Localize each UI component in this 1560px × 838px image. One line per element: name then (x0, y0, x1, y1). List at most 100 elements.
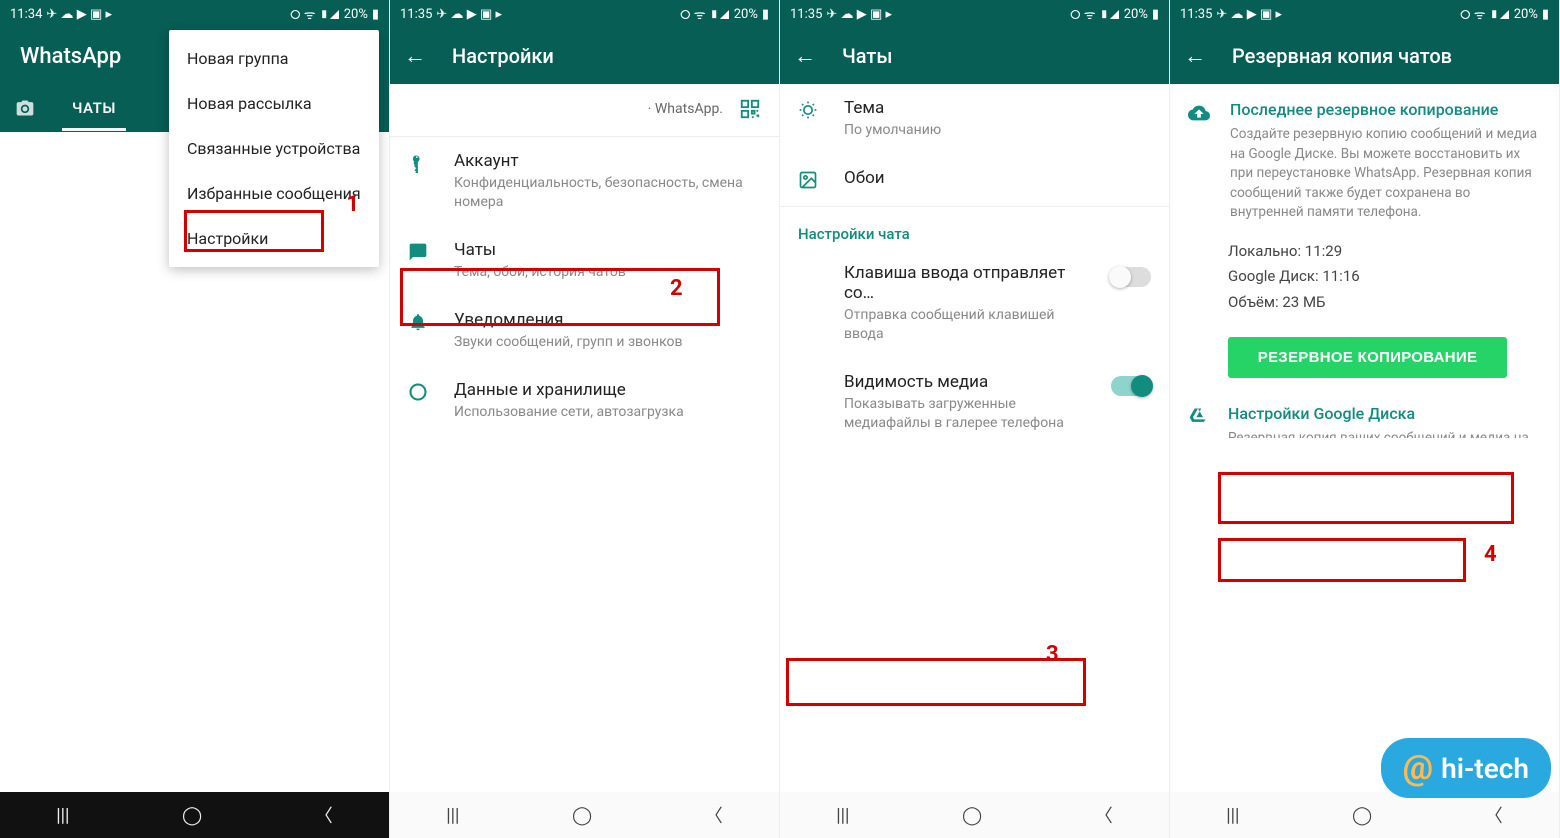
camera-icon[interactable] (14, 98, 36, 118)
status-time: 11:34 (10, 7, 42, 22)
row-subtitle: Звуки сообщений, групп и звонков (454, 333, 761, 352)
status-icons-left: ✈ ☁ ▶ ▣ ▸ (826, 7, 892, 22)
screen-3-chats: 11:35 ✈ ☁ ▶ ▣ ▸ ⭘ ᯤ ▮◢ 20% ▮ ← Чаты Тема… (780, 0, 1170, 838)
status-time: 11:35 (790, 7, 822, 22)
overflow-menu: Новая группа Новая рассылка Связанные ус… (169, 30, 379, 267)
page-title: Чаты (842, 44, 1155, 68)
screen-4-backup: 11:35 ✈ ☁ ▶ ▣ ▸ ⭘ ᯤ ▮◢ 20% ▮ ← Резервная… (1170, 0, 1560, 838)
nav-bar: ||| ◯ 〈 (390, 792, 779, 838)
nav-recent-icon[interactable]: ||| (56, 805, 69, 826)
qr-icon[interactable] (739, 98, 761, 120)
annotation-num-1: 1 (346, 192, 359, 217)
gdrive-heading: Настройки Google Диска (1228, 404, 1541, 423)
menu-new-group[interactable]: Новая группа (169, 36, 379, 81)
row-media-visibility[interactable]: Видимость медиа Показывать загруженные м… (780, 358, 1169, 438)
nav-bar: ||| ◯ 〈 (780, 792, 1169, 838)
nav-home-icon[interactable]: ◯ (182, 805, 202, 826)
status-icons-right: ⭘ ᯤ ▮◢ (680, 5, 730, 23)
row-chats[interactable]: Чаты Тема, обои, история чатов (390, 226, 779, 296)
row-subtitle: Показывать загруженные медиафайлы в гале… (844, 395, 1089, 433)
gdrive-icon (1188, 406, 1208, 438)
nav-home-icon[interactable]: ◯ (962, 805, 982, 826)
key-icon (408, 153, 432, 173)
nav-back-icon[interactable]: 〈 (1485, 802, 1503, 828)
watermark: @ hi-tech (1381, 738, 1551, 798)
backup-button[interactable]: РЕЗЕРВНОЕ КОПИРОВАНИЕ (1228, 337, 1507, 378)
battery-icon: ▮ (1542, 7, 1549, 22)
status-time: 11:35 (1180, 7, 1212, 22)
status-icons-right: ⭘ ᯤ ▮◢ (1070, 5, 1120, 23)
nav-back-icon[interactable]: 〈 (705, 802, 723, 828)
annotation-num-3: 3 (1046, 642, 1059, 667)
row-subtitle: Тема, обои, история чатов (454, 263, 761, 282)
back-icon[interactable]: ← (1184, 43, 1206, 69)
menu-new-broadcast[interactable]: Новая рассылка (169, 81, 379, 126)
status-icons-right: ⭘ ᯤ ▮◢ (1460, 5, 1510, 23)
app-bar: ← Резервная копия чатов (1170, 28, 1559, 84)
row-title: Обои (844, 168, 1151, 188)
divider (780, 206, 1169, 207)
section-chat-settings: Настройки чата (780, 209, 1169, 249)
status-bar: 11:35 ✈ ☁ ▶ ▣ ▸ ⭘ ᯤ ▮◢ 20% ▮ (1170, 0, 1559, 28)
status-bar: 11:35 ✈ ☁ ▶ ▣ ▸ ⭘ ᯤ ▮◢ 20% ▮ (780, 0, 1169, 28)
gdrive-desc: Резервная копия ваших сообщений и медиа … (1228, 429, 1541, 438)
status-battery: 20% (1514, 7, 1538, 22)
nav-bar: ||| ◯ 〈 (0, 792, 389, 838)
row-theme[interactable]: Тема По умолчанию (780, 84, 1169, 154)
bell-icon (408, 312, 432, 332)
row-title: Клавиша ввода отправляет со… (844, 263, 1089, 303)
row-subtitle: Отправка сообщений клавишей ввода (844, 306, 1089, 344)
app-title: WhatsApp (14, 44, 121, 69)
back-icon[interactable]: ← (794, 43, 816, 69)
battery-icon: ▮ (762, 7, 769, 22)
nav-home-icon[interactable]: ◯ (572, 805, 592, 826)
at-icon: @ (1403, 748, 1433, 788)
row-subtitle: Использование сети, автозагрузка (454, 403, 761, 422)
status-time: 11:35 (400, 7, 432, 22)
menu-linked-devices[interactable]: Связанные устройства (169, 126, 379, 171)
row-title: Данные и хранилище (454, 380, 761, 400)
gdrive-section: Настройки Google Диска Резервная копия в… (1170, 394, 1559, 438)
status-bar: 11:34 ✈ ☁ ▶ ▣ ▸ ⭘ ᯤ ▮◢ 20% ▮ (0, 0, 389, 28)
row-wallpaper[interactable]: Обои (780, 154, 1169, 204)
nav-recent-icon[interactable]: ||| (836, 805, 849, 826)
row-title: Тема (844, 98, 1151, 118)
toggle-media-visibility[interactable] (1111, 376, 1151, 396)
row-title: Уведомления (454, 310, 761, 330)
status-battery: 20% (734, 7, 758, 22)
nav-back-icon[interactable]: 〈 (1095, 802, 1113, 828)
screen-1-main: 11:34 ✈ ☁ ▶ ▣ ▸ ⭘ ᯤ ▮◢ 20% ▮ WhatsApp ЧА… (0, 0, 390, 838)
row-notifications[interactable]: Уведомления Звуки сообщений, групп и зво… (390, 296, 779, 366)
battery-icon: ▮ (372, 7, 379, 22)
toggle-enter-send[interactable] (1111, 267, 1151, 287)
profile-row[interactable]: · WhatsApp. (390, 84, 779, 137)
row-enter-send[interactable]: Клавиша ввода отправляет со… Отправка со… (780, 249, 1169, 358)
nav-bar: ||| ◯ 〈 (1170, 792, 1559, 838)
data-icon (408, 382, 432, 402)
tab-chats[interactable]: ЧАТЫ (72, 99, 116, 117)
menu-settings[interactable]: Настройки (169, 216, 379, 261)
status-bar: 11:35 ✈ ☁ ▶ ▣ ▸ ⭘ ᯤ ▮◢ 20% ▮ (390, 0, 779, 28)
nav-recent-icon[interactable]: ||| (446, 805, 459, 826)
profile-label: · WhatsApp. (648, 101, 723, 117)
row-data-storage[interactable]: Данные и хранилище Использование сети, а… (390, 366, 779, 436)
nav-home-icon[interactable]: ◯ (1352, 805, 1372, 826)
row-subtitle: Конфиденциальность, безопасность, смена … (454, 174, 761, 212)
annotation-num-4: 4 (1484, 542, 1497, 567)
back-icon[interactable]: ← (404, 43, 426, 69)
status-battery: 20% (1124, 7, 1148, 22)
stat-size: Объём: 23 МБ (1228, 290, 1541, 316)
annotation-num-2: 2 (670, 276, 683, 301)
nav-recent-icon[interactable]: ||| (1226, 805, 1239, 826)
wallpaper-icon (798, 170, 822, 190)
status-icons-right: ⭘ ᯤ ▮◢ (290, 5, 340, 23)
nav-back-icon[interactable]: 〈 (315, 802, 333, 828)
app-bar: ← Настройки (390, 28, 779, 84)
last-backup-desc: Создайте резервную копию сообщений и мед… (1230, 125, 1541, 223)
battery-icon: ▮ (1152, 7, 1159, 22)
row-title: Чаты (454, 240, 761, 260)
status-icons-left: ✈ ☁ ▶ ▣ ▸ (46, 7, 112, 22)
chat-icon (408, 242, 432, 262)
row-account[interactable]: Аккаунт Конфиденциальность, безопасность… (390, 137, 779, 226)
screen-2-settings: 11:35 ✈ ☁ ▶ ▣ ▸ ⭘ ᯤ ▮◢ 20% ▮ ← Настройки… (390, 0, 780, 838)
